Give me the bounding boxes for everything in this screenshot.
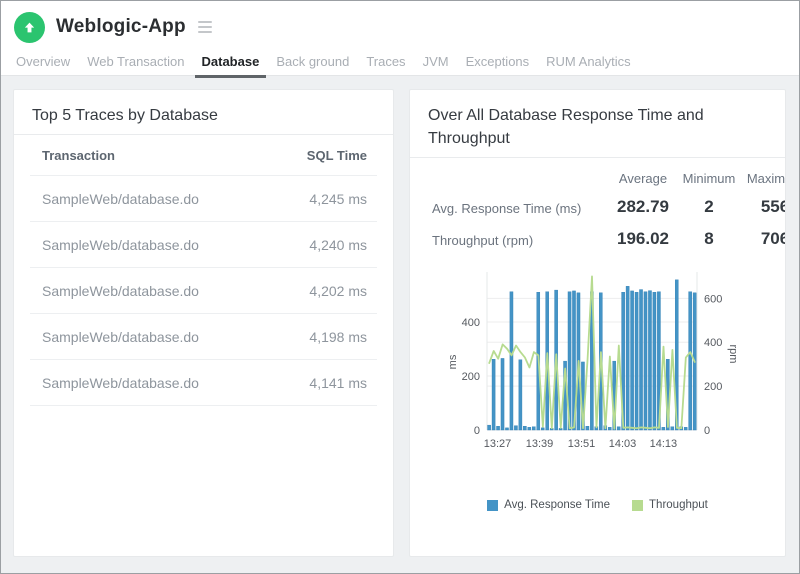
- svg-text:0: 0: [474, 425, 480, 437]
- stats-header-spacer: [410, 171, 610, 186]
- stats-column-minimum: Minimum: [676, 171, 742, 186]
- svg-text:400: 400: [704, 337, 722, 349]
- stats-row: Throughput (rpm)196.028706: [410, 231, 786, 251]
- top-traces-title: Top 5 Traces by Database: [14, 90, 393, 127]
- hamburger-menu-icon[interactable]: [195, 18, 215, 36]
- tab-rum-analytics[interactable]: RUM Analytics: [545, 48, 632, 78]
- stats-average-value: 282.79: [610, 197, 676, 217]
- right-axis-title: rpm: [727, 345, 739, 364]
- divider: [30, 405, 377, 406]
- legend-swatch: [632, 500, 643, 511]
- stats-maximum-value: 706: [742, 229, 786, 249]
- stats-minimum-value: 8: [676, 229, 742, 249]
- svg-text:13:51: 13:51: [568, 438, 596, 450]
- legend-label: Throughput: [649, 499, 708, 511]
- content-area: Top 5 Traces by Database Transaction SQL…: [1, 76, 799, 573]
- table-row[interactable]: SampleWeb/database.do 4,141 ms: [14, 360, 393, 405]
- tab-web-transaction[interactable]: Web Transaction: [86, 48, 185, 78]
- table-row[interactable]: SampleWeb/database.do 4,202 ms: [14, 268, 393, 313]
- chart-legend: Avg. Response Time Throughput: [410, 499, 785, 511]
- stats-column-average: Average: [610, 171, 676, 186]
- table-row[interactable]: SampleWeb/database.do 4,198 ms: [14, 314, 393, 359]
- sql-time-cell: 4,245 ms: [309, 191, 367, 207]
- db-chart-title: Over All Database Response Time and Thro…: [410, 90, 785, 150]
- stats-body: Avg. Response Time (ms)282.792556 Through…: [410, 199, 786, 250]
- stats-minimum-value: 2: [676, 197, 742, 217]
- sql-time-cell: 4,141 ms: [309, 375, 367, 391]
- column-header-transaction: Transaction: [42, 148, 115, 163]
- tab-bar: Overview Web Transaction Database Back grou…: [15, 48, 799, 78]
- legend-item-avg-response-time[interactable]: Avg. Response Time: [487, 499, 610, 511]
- sql-time-cell: 4,202 ms: [309, 283, 367, 299]
- legend-item-throughput[interactable]: Throughput: [632, 499, 708, 511]
- tab-back-ground[interactable]: Back ground: [275, 48, 350, 78]
- app-status-icon: [14, 12, 45, 43]
- app-title: Weblogic-App: [56, 16, 186, 38]
- stats-row-label: Throughput (rpm): [410, 231, 610, 251]
- table-row[interactable]: SampleWeb/database.do 4,245 ms: [14, 176, 393, 221]
- tab-jvm[interactable]: JVM: [422, 48, 450, 78]
- svg-text:13:27: 13:27: [484, 438, 512, 450]
- svg-text:200: 200: [704, 381, 722, 393]
- transaction-cell: SampleWeb/database.do: [42, 375, 199, 391]
- svg-text:600: 600: [704, 293, 722, 305]
- transaction-cell: SampleWeb/database.do: [42, 283, 199, 299]
- app-title-row: Weblogic-App: [1, 1, 799, 43]
- stats-column-maximum: Maximum: [742, 171, 786, 186]
- traces-table-header: Transaction SQL Time: [14, 135, 393, 175]
- stats-table: AverageMinimumMaximum Avg. Response Time…: [410, 171, 786, 250]
- svg-text:14:03: 14:03: [609, 438, 637, 450]
- left-axis-title: ms: [447, 354, 459, 369]
- svg-text:400: 400: [462, 317, 480, 329]
- legend-label: Avg. Response Time: [504, 499, 610, 511]
- app-header: Weblogic-App Overview Web Transaction Data…: [1, 1, 799, 76]
- db-response-throughput-panel: Over All Database Response Time and Thro…: [409, 89, 786, 557]
- traces-table-body: SampleWeb/database.do4,245 msSampleWeb/d…: [14, 176, 393, 406]
- stats-average-value: 196.02: [610, 229, 676, 249]
- stats-header-row: AverageMinimumMaximum: [410, 171, 786, 186]
- top-traces-panel: Top 5 Traces by Database Transaction SQL…: [13, 89, 394, 557]
- svg-text:14:13: 14:13: [650, 438, 678, 450]
- transaction-cell: SampleWeb/database.do: [42, 237, 199, 253]
- legend-swatch: [487, 500, 498, 511]
- svg-text:200: 200: [462, 371, 480, 383]
- arrow-up-icon: [22, 20, 37, 35]
- transaction-cell: SampleWeb/database.do: [42, 191, 199, 207]
- app-window: Weblogic-App Overview Web Transaction Data…: [0, 0, 800, 574]
- tab-traces[interactable]: Traces: [365, 48, 406, 78]
- tab-overview[interactable]: Overview: [15, 48, 71, 78]
- stats-row: Avg. Response Time (ms)282.792556: [410, 199, 786, 219]
- divider: [410, 157, 785, 158]
- table-row[interactable]: SampleWeb/database.do 4,240 ms: [14, 222, 393, 267]
- column-header-sql-time: SQL Time: [307, 148, 367, 163]
- sql-time-cell: 4,198 ms: [309, 329, 367, 345]
- stats-row-label: Avg. Response Time (ms): [410, 199, 610, 219]
- sql-time-cell: 4,240 ms: [309, 237, 367, 253]
- transaction-cell: SampleWeb/database.do: [42, 329, 199, 345]
- stats-maximum-value: 556: [742, 197, 786, 217]
- svg-text:0: 0: [704, 425, 710, 437]
- tab-exceptions[interactable]: Exceptions: [465, 48, 531, 78]
- tab-database[interactable]: Database: [201, 48, 261, 78]
- response-throughput-chart[interactable]: 0 200 400 0 200 400 600 13:27 13:39 13:51 14:03 14:…: [428, 262, 768, 462]
- svg-text:13:39: 13:39: [526, 438, 554, 450]
